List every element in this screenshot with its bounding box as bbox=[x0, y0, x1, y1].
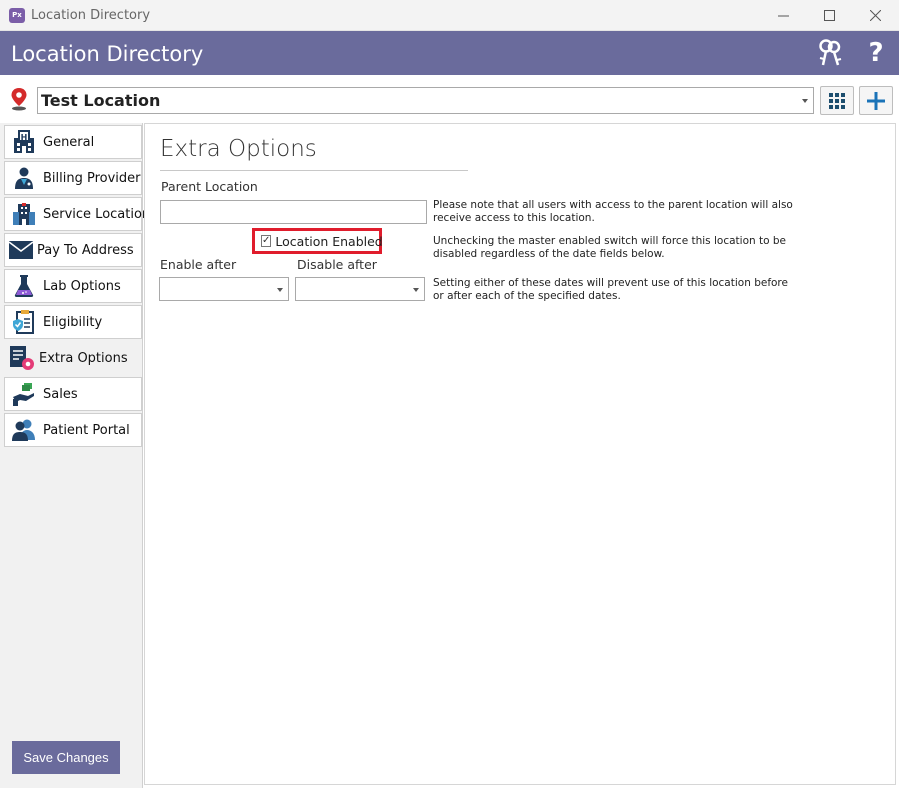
sidebar-item-label: Sales bbox=[43, 386, 78, 402]
maximize-button[interactable] bbox=[817, 4, 841, 26]
sidebar-item-label: Patient Portal bbox=[43, 422, 130, 438]
minimize-button[interactable] bbox=[771, 4, 795, 26]
sidebar-item-lab-options[interactable]: Lab Options bbox=[4, 269, 142, 303]
enable-after-date-picker[interactable] bbox=[159, 277, 289, 301]
disable-after-label: Disable after bbox=[297, 257, 377, 272]
maximize-icon bbox=[823, 9, 835, 21]
window-titlebar: Px Location Directory bbox=[0, 0, 899, 31]
location-dropdown[interactable]: Test Location bbox=[37, 87, 814, 114]
sidebar-item-service-location[interactable]: Service Location bbox=[4, 197, 150, 231]
sidebar-item-label: Pay To Address bbox=[37, 242, 134, 258]
parent-location-label: Parent Location bbox=[161, 179, 258, 194]
sidebar-item-extra-options[interactable]: Extra Options bbox=[4, 341, 142, 375]
grid-icon bbox=[829, 92, 845, 109]
sidebar-item-label: General bbox=[43, 134, 95, 150]
chevron-down-icon bbox=[802, 99, 808, 103]
save-changes-button[interactable]: Save Changes bbox=[12, 741, 120, 774]
keys-icon bbox=[819, 39, 842, 66]
sidebar-item-label: Extra Options bbox=[39, 350, 128, 366]
document-gear-icon bbox=[9, 345, 35, 371]
sidebar-item-patient-portal[interactable]: Patient Portal bbox=[4, 413, 142, 447]
flask-icon bbox=[11, 273, 37, 299]
checklist-shield-icon bbox=[11, 309, 37, 335]
location-bar: Test Location bbox=[0, 75, 899, 123]
chevron-down-icon bbox=[413, 288, 419, 292]
sidebar-item-label: Lab Options bbox=[43, 278, 121, 294]
app-logo-icon: Px bbox=[9, 8, 25, 23]
chevron-down-icon bbox=[277, 288, 283, 292]
extra-options-panel: Extra Options Parent Location Please not… bbox=[144, 123, 896, 785]
sidebar-item-label: Eligibility bbox=[43, 314, 103, 330]
help-button[interactable]: ? bbox=[862, 38, 890, 68]
doctor-icon bbox=[11, 165, 37, 191]
location-enabled-note: Unchecking the master enabled switch wil… bbox=[433, 235, 786, 260]
sidebar-item-label: Billing Provider bbox=[43, 170, 141, 186]
minimize-icon bbox=[777, 15, 789, 16]
sales-hand-icon bbox=[11, 381, 37, 407]
sidebar-item-label: Service Location bbox=[43, 206, 151, 222]
building-icon bbox=[11, 201, 37, 227]
hospital-icon: H bbox=[11, 129, 37, 155]
map-pin-icon bbox=[11, 88, 27, 111]
sidebar: H General Billing Provider Service Locat… bbox=[0, 123, 150, 788]
location-enabled-label[interactable]: Location Enabled bbox=[275, 234, 382, 249]
disable-after-date-picker[interactable] bbox=[295, 277, 425, 301]
dates-note: Setting either of these dates will preve… bbox=[433, 277, 788, 302]
users-icon bbox=[11, 417, 37, 443]
close-window-button[interactable] bbox=[863, 4, 887, 26]
close-icon bbox=[869, 9, 881, 21]
grid-view-button[interactable] bbox=[820, 86, 854, 115]
plus-icon bbox=[867, 91, 885, 110]
parent-location-input[interactable] bbox=[160, 200, 427, 224]
app-title: Location Directory bbox=[11, 42, 204, 66]
title-divider bbox=[160, 170, 468, 171]
sidebar-item-general[interactable]: H General bbox=[4, 125, 142, 159]
app-header: Location Directory ? bbox=[0, 31, 899, 75]
sidebar-item-pay-to-address[interactable]: Pay To Address bbox=[4, 233, 142, 267]
location-dropdown-value: Test Location bbox=[41, 91, 161, 110]
svg-text:H: H bbox=[21, 133, 28, 142]
page-title: Extra Options bbox=[160, 136, 317, 162]
sidebar-item-sales[interactable]: Sales bbox=[4, 377, 142, 411]
enable-after-label: Enable after bbox=[160, 257, 237, 272]
parent-location-note: Please note that all users with access t… bbox=[433, 199, 793, 224]
envelope-icon bbox=[9, 237, 33, 263]
sidebar-item-billing-provider[interactable]: Billing Provider bbox=[4, 161, 142, 195]
add-location-button[interactable] bbox=[859, 86, 893, 115]
window-title: Location Directory bbox=[31, 8, 151, 23]
keys-button[interactable] bbox=[816, 39, 844, 67]
sidebar-item-eligibility[interactable]: Eligibility bbox=[4, 305, 142, 339]
location-enabled-highlight: ✓ Location Enabled bbox=[252, 228, 383, 254]
location-enabled-checkbox[interactable]: ✓ bbox=[261, 235, 272, 247]
